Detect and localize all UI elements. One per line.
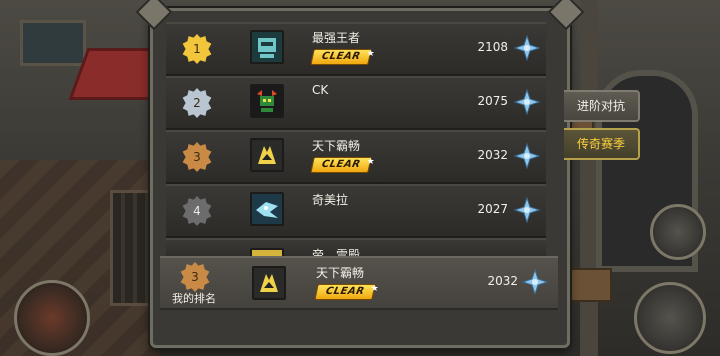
player-score: 2075 bbox=[477, 94, 508, 108]
player-avatar[interactable] bbox=[250, 192, 284, 226]
my-rank-label: 我的排名 bbox=[172, 292, 216, 305]
player-score: 2032 bbox=[477, 148, 508, 162]
my-clear-badge: CLEAR bbox=[314, 284, 376, 300]
mount-portrait-button[interactable] bbox=[634, 282, 706, 354]
leaderboard-row[interactable]: 3 天下霸畅 CLEAR 2032 bbox=[166, 130, 546, 184]
player-score: 2108 bbox=[477, 40, 508, 54]
my-rank-number: 3 bbox=[191, 270, 199, 284]
player-score: 2027 bbox=[477, 202, 508, 216]
cross-emblem-icon[interactable] bbox=[514, 143, 540, 169]
background-window bbox=[20, 20, 86, 66]
leaderboard-row[interactable]: 1 最强王者 CLEAR 2108 bbox=[166, 22, 546, 76]
map-button[interactable] bbox=[650, 204, 706, 260]
my-player-name: 天下霸畅 bbox=[316, 266, 365, 280]
rank-number: 2 bbox=[193, 96, 201, 110]
leaderboard-row[interactable]: 4 奇美拉 2027 bbox=[166, 184, 546, 238]
player-name: CK bbox=[312, 83, 329, 97]
my-rank-bar: 3 我的排名 天下霸畅 CLEAR 2032 bbox=[160, 256, 558, 310]
cross-emblem-icon[interactable] bbox=[514, 89, 540, 115]
cross-emblem-icon[interactable] bbox=[522, 269, 548, 295]
tab-legend-season[interactable]: 传奇赛季 bbox=[564, 128, 640, 160]
player-name: 天下霸畅 bbox=[312, 139, 361, 153]
rank-number: 3 bbox=[193, 150, 201, 164]
clear-badge: CLEAR bbox=[310, 49, 372, 65]
player-avatar[interactable] bbox=[250, 30, 284, 64]
player-avatar[interactable] bbox=[250, 84, 284, 118]
creature-avatar-icon bbox=[254, 268, 284, 298]
background-crate bbox=[568, 268, 612, 302]
creature-avatar-icon bbox=[252, 140, 282, 170]
creature-avatar-icon bbox=[252, 194, 282, 224]
clear-badge: CLEAR bbox=[310, 157, 372, 173]
my-score: 2032 bbox=[487, 274, 518, 288]
my-avatar[interactable] bbox=[252, 266, 286, 300]
character-portrait-button[interactable] bbox=[14, 280, 90, 356]
cross-emblem-icon[interactable] bbox=[514, 35, 540, 61]
creature-avatar-icon bbox=[252, 86, 282, 116]
creature-avatar-icon bbox=[252, 32, 282, 62]
tab-advanced-battle[interactable]: 进阶对抗 bbox=[564, 90, 640, 122]
rank-number: 4 bbox=[193, 204, 201, 218]
player-name: 最强王者 bbox=[312, 31, 361, 45]
rank-number: 1 bbox=[193, 42, 201, 56]
player-avatar[interactable] bbox=[250, 138, 284, 172]
player-name: 奇美拉 bbox=[312, 193, 349, 207]
cross-emblem-icon[interactable] bbox=[514, 197, 540, 223]
leaderboard-row[interactable]: 2 CK 2075 bbox=[166, 76, 546, 130]
